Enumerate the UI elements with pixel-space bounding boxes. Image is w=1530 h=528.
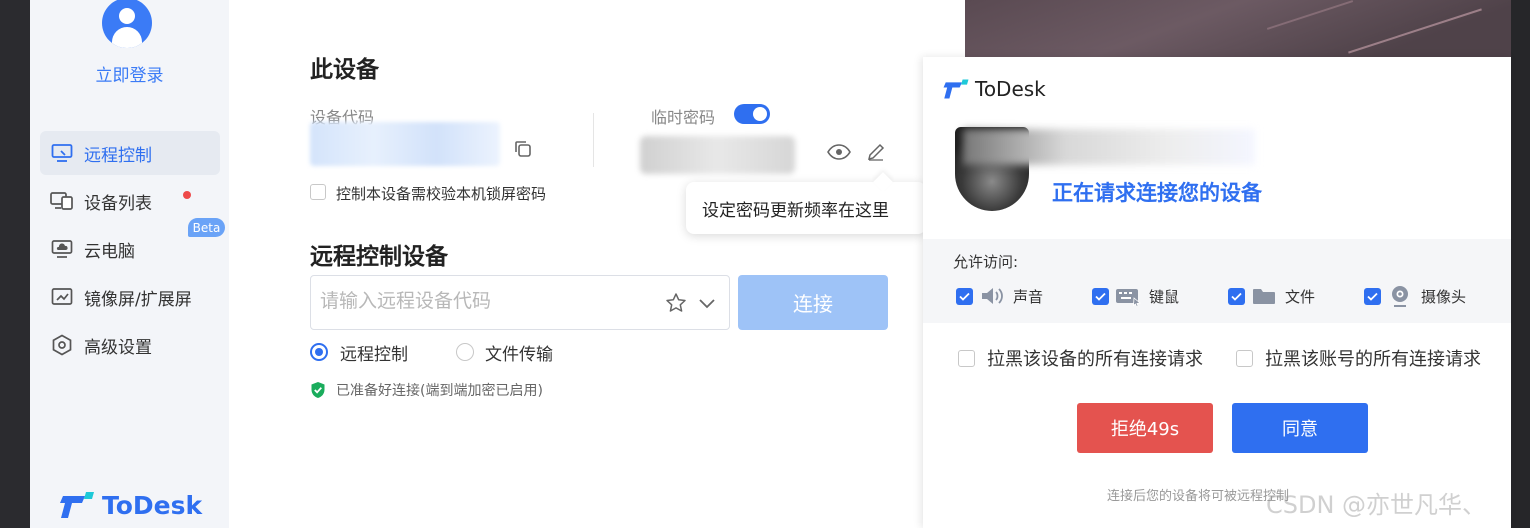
temp-password-label: 临时密码 <box>651 108 716 127</box>
permissions-title: 允许访问: <box>953 253 1019 271</box>
keyboard-icon <box>1115 285 1141 307</box>
left-window-edge <box>0 0 30 528</box>
permission-files[interactable]: 文件 <box>1228 285 1315 307</box>
remote-control-title: 远程控制设备 <box>310 244 448 270</box>
block-device-checkbox[interactable] <box>958 349 975 367</box>
shield-check-icon <box>310 381 326 399</box>
folder-icon <box>1251 285 1277 307</box>
this-device-title: 此设备 <box>310 57 379 83</box>
tooltip-text: 设定密码更新频率在这里 <box>702 201 889 221</box>
popup-brand-name: ToDesk <box>975 77 1046 101</box>
remote-control-radio[interactable] <box>310 343 328 361</box>
remote-code-field <box>310 275 730 330</box>
eye-icon[interactable] <box>827 141 851 163</box>
popup-footer-note: 连接后您的设备将可被远程控制 <box>1107 489 1290 504</box>
request-message: 正在请求连接您的设备 <box>1052 181 1262 205</box>
device-list-icon <box>50 189 74 213</box>
sidebar-item-cloud-pc[interactable]: 云电脑 Beta <box>40 218 225 271</box>
edit-pencil-icon[interactable] <box>865 141 887 163</box>
block-device-label: 拉黑该设备的所有连接请求 <box>987 349 1203 370</box>
todesk-logo-icon <box>60 492 94 518</box>
permission-label: 键鼠 <box>1149 287 1180 306</box>
files-checkbox[interactable] <box>1228 287 1245 305</box>
todesk-main-window: 立即登录 远程控制 设备列表 云电脑 Beta 镜像屏/扩展屏 高级设置 ToD… <box>30 0 965 528</box>
sidebar-item-screen-mirror[interactable]: 镜像屏/扩展屏 <box>40 275 220 319</box>
password-frequency-tooltip: 设定密码更新频率在这里 <box>686 182 926 234</box>
connect-button[interactable]: 连接 <box>738 275 888 330</box>
popup-logo: ToDesk <box>943 77 1046 101</box>
todesk-logo-icon <box>943 79 969 99</box>
cloud-pc-icon <box>50 237 74 261</box>
permission-label: 文件 <box>1285 287 1316 306</box>
connection-status: 已准备好连接(端到端加密已启用) <box>336 383 543 399</box>
permission-label: 摄像头 <box>1421 287 1467 306</box>
speaker-icon <box>979 285 1005 307</box>
background-wallpaper <box>965 0 1511 58</box>
sidebar: 立即登录 远程控制 设备列表 云电脑 Beta 镜像屏/扩展屏 高级设置 ToD… <box>30 0 229 528</box>
csdn-watermark: CSDN @亦世凡华、 <box>1266 491 1487 519</box>
screen-mirror-icon <box>50 285 74 309</box>
sidebar-item-remote-control[interactable]: 远程控制 <box>40 131 220 175</box>
sidebar-item-label: 远程控制 <box>84 145 152 166</box>
login-link[interactable]: 立即登录 <box>30 61 229 86</box>
remote-code-input[interactable] <box>320 290 650 312</box>
sidebar-item-label: 高级设置 <box>84 337 152 358</box>
permission-sound[interactable]: 声音 <box>956 285 1043 307</box>
requester-name <box>963 129 1255 165</box>
permissions-panel: 允许访问: 声音 键鼠 文件 摄像头 <box>923 239 1511 323</box>
sidebar-item-label: 设备列表 <box>84 193 152 214</box>
camera-icon <box>1387 285 1413 307</box>
right-screen-edge <box>1511 0 1530 528</box>
monitor-icon <box>50 141 74 165</box>
connection-request-popup: ToDesk 正在请求连接您的设备 允许访问: 声音 键鼠 文件 摄像头 拉黑该… <box>923 57 1511 528</box>
block-account-checkbox[interactable] <box>1236 349 1253 367</box>
permission-keyboard-mouse[interactable]: 键鼠 <box>1092 285 1179 307</box>
lock-screen-check-label: 控制本设备需校验本机锁屏密码 <box>336 185 547 203</box>
remote-control-radio-label: 远程控制 <box>340 345 408 365</box>
sidebar-item-label: 云电脑 <box>84 241 135 262</box>
file-transfer-radio-label: 文件传输 <box>485 345 553 365</box>
reject-button[interactable]: 拒绝49s <box>1077 403 1213 453</box>
device-code-value <box>310 122 500 166</box>
file-transfer-radio[interactable] <box>456 343 474 361</box>
temp-password-toggle[interactable] <box>734 104 770 124</box>
block-account-option[interactable]: 拉黑该账号的所有连接请求 <box>1236 345 1481 371</box>
chevron-down-icon[interactable] <box>697 293 717 313</box>
lock-screen-check-checkbox[interactable] <box>310 184 326 200</box>
keyboard-mouse-checkbox[interactable] <box>1092 287 1109 305</box>
agree-button[interactable]: 同意 <box>1232 403 1368 453</box>
divider <box>593 113 594 167</box>
settings-icon <box>50 333 74 357</box>
temp-password-value <box>640 136 795 174</box>
permission-label: 声音 <box>1013 287 1044 306</box>
camera-checkbox[interactable] <box>1364 287 1381 305</box>
todesk-logo: ToDesk <box>60 490 202 520</box>
user-avatar-icon[interactable] <box>102 0 152 48</box>
star-favorite-icon[interactable] <box>664 291 688 315</box>
brand-name: ToDesk <box>102 490 203 520</box>
notification-dot <box>183 191 191 199</box>
block-device-option[interactable]: 拉黑该设备的所有连接请求 <box>958 345 1203 371</box>
sidebar-item-device-list[interactable]: 设备列表 <box>40 179 220 223</box>
sound-checkbox[interactable] <box>956 287 973 305</box>
copy-icon[interactable] <box>512 138 534 160</box>
block-account-label: 拉黑该账号的所有连接请求 <box>1265 349 1481 370</box>
beta-badge: Beta <box>188 218 225 237</box>
sidebar-item-advanced-settings[interactable]: 高级设置 <box>40 323 220 367</box>
sidebar-item-label: 镜像屏/扩展屏 <box>84 289 192 310</box>
permission-camera[interactable]: 摄像头 <box>1364 285 1466 307</box>
